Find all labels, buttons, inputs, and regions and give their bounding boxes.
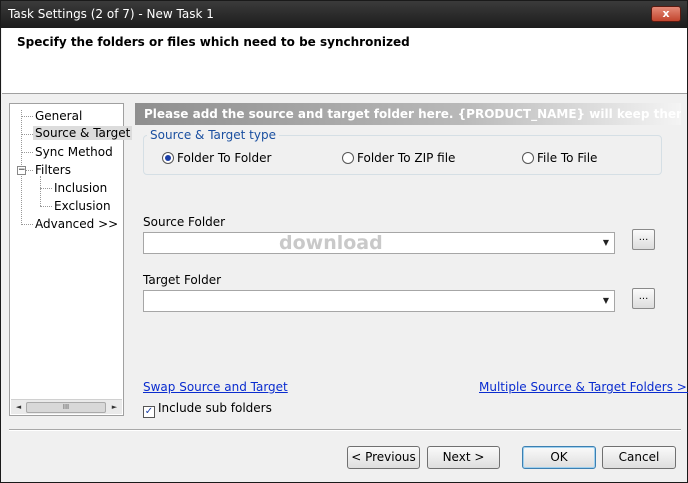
target-folder-label: Target Folder: [143, 273, 222, 287]
header-area: Specify the folders or files which need …: [2, 28, 687, 94]
previous-button[interactable]: < Previous: [347, 446, 420, 469]
header-instruction: Specify the folders or files which need …: [17, 35, 410, 49]
browse-source-button[interactable]: ...: [632, 229, 655, 250]
tree-connector: [21, 116, 33, 117]
include-sub-folders-checkbox[interactable]: ✓ Include sub folders: [143, 401, 272, 418]
tree-connector: [26, 170, 33, 171]
next-button[interactable]: Next >: [427, 446, 500, 469]
tree-item-filters[interactable]: Filters: [35, 163, 71, 177]
radio-label: Folder To ZIP file: [357, 151, 456, 165]
tree-item-exclusion[interactable]: Exclusion: [54, 199, 111, 213]
radio-label: File To File: [537, 151, 598, 165]
browse-target-button[interactable]: ...: [632, 288, 655, 309]
ok-button[interactable]: OK: [522, 446, 596, 469]
panel-banner: Please add the source and target folder …: [135, 103, 681, 125]
radio-checked-icon[interactable]: [162, 152, 174, 164]
group-title: Source & Target type: [147, 128, 279, 142]
checkmark-icon[interactable]: ✓: [143, 406, 155, 418]
title-bar[interactable]: Task Settings (2 of 7) - New Task 1 x: [1, 1, 687, 28]
footer-separator: [9, 429, 681, 431]
scroll-left-icon[interactable]: ◄: [12, 402, 25, 413]
source-folder-label: Source Folder: [143, 215, 226, 229]
tree-item-inclusion[interactable]: Inclusion: [54, 181, 107, 195]
radio-folder-to-folder[interactable]: Folder To Folder: [162, 151, 271, 165]
task-settings-window: Task Settings (2 of 7) - New Task 1 x Sp…: [0, 0, 688, 483]
tree-horizontal-scrollbar[interactable]: ◄ III ►: [11, 399, 122, 414]
download-watermark: download: [279, 232, 383, 254]
target-folder-combo[interactable]: ▼: [143, 290, 615, 312]
radio-folder-to-zip[interactable]: Folder To ZIP file: [342, 151, 455, 165]
tree-connector: [21, 152, 33, 153]
cancel-button[interactable]: Cancel: [602, 446, 676, 469]
close-icon: x: [662, 7, 670, 20]
tree-item-sync-method[interactable]: Sync Method: [35, 145, 113, 159]
close-button[interactable]: x: [651, 6, 681, 22]
tree-connector: [40, 206, 52, 207]
chevron-down-icon[interactable]: ▼: [598, 291, 614, 311]
radio-unchecked-icon[interactable]: [522, 152, 534, 164]
tree-item-advanced[interactable]: Advanced >>: [35, 217, 118, 231]
collapse-icon[interactable]: −: [17, 166, 26, 175]
window-title: Task Settings (2 of 7) - New Task 1: [8, 7, 214, 21]
chevron-down-icon[interactable]: ▼: [598, 233, 614, 253]
tree-item-source-target[interactable]: Source & Target: [33, 126, 133, 140]
tree-connector: [21, 224, 33, 225]
settings-tree: General Source & Target Sync Method − Fi…: [9, 103, 133, 416]
swap-source-target-link[interactable]: Swap Source and Target: [143, 380, 288, 394]
multiple-folders-link[interactable]: Multiple Source & Target Folders >>: [479, 380, 688, 394]
tree-item-general[interactable]: General: [35, 109, 82, 123]
tree-connector: [40, 188, 52, 189]
radio-label: Folder To Folder: [177, 151, 272, 165]
tree-connector: [21, 134, 33, 135]
scroll-right-icon[interactable]: ►: [108, 402, 121, 413]
tree-connector: [40, 176, 41, 206]
radio-unchecked-icon[interactable]: [342, 152, 354, 164]
radio-file-to-file[interactable]: File To File: [522, 151, 597, 165]
scroll-thumb[interactable]: III: [26, 402, 106, 413]
include-sub-folders-label: Include sub folders: [158, 401, 272, 415]
